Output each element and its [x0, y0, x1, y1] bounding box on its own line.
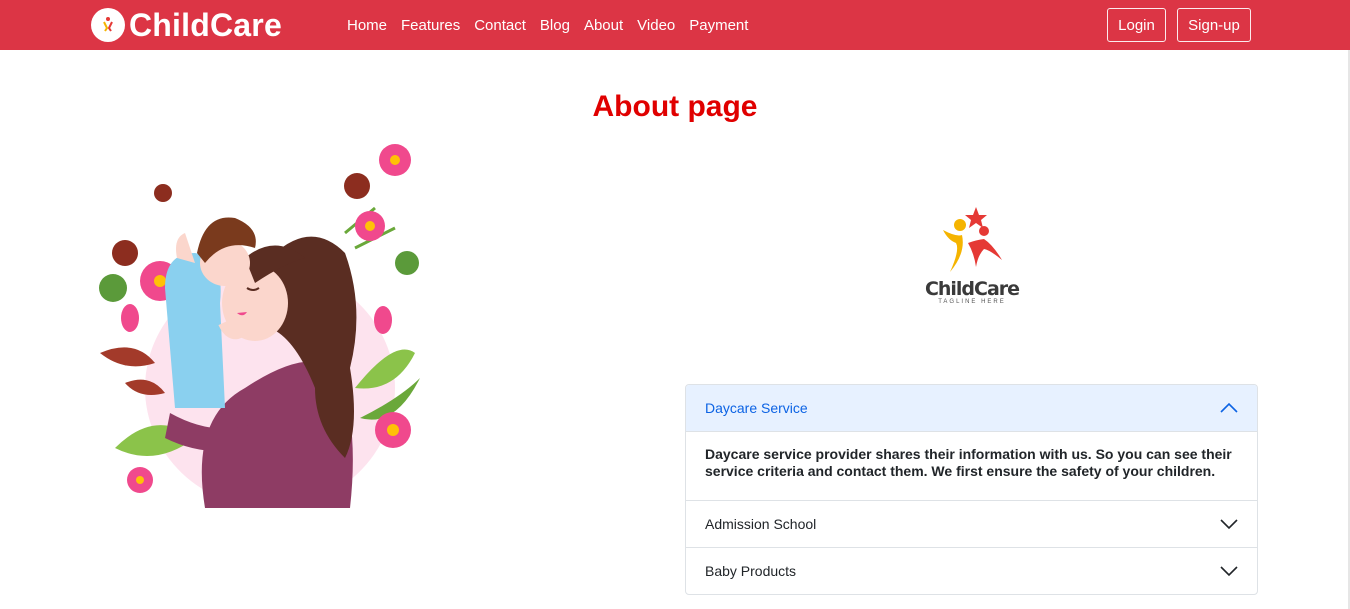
chevron-down-icon [1220, 566, 1238, 577]
accordion-item-admission: Admission School [686, 500, 1257, 547]
signup-button[interactable]: Sign-up [1177, 8, 1251, 42]
logo-tagline: TAGLINE HERE [938, 299, 1006, 305]
accordion-header-baby-products[interactable]: Baby Products [686, 547, 1257, 594]
childcare-logo-icon: ChildCare TAGLINE HERE [918, 205, 1026, 310]
nav-link-home[interactable]: Home [340, 17, 394, 34]
brand-link[interactable]: ChildCare [91, 8, 282, 42]
navbar: ChildCare Home Features Contact Blog Abo… [0, 0, 1350, 50]
accordion-label: Baby Products [705, 563, 797, 579]
accordion-label: Daycare Service [705, 400, 808, 416]
login-button[interactable]: Login [1107, 8, 1166, 42]
accordion-body-daycare: Daycare service provider shares their in… [705, 446, 1232, 479]
nav-link-blog[interactable]: Blog [533, 17, 577, 34]
nav-link-contact[interactable]: Contact [467, 17, 533, 34]
accordion-header-admission[interactable]: Admission School [686, 500, 1257, 547]
accordion-item-baby-products: Baby Products [686, 547, 1257, 594]
nav-link-features[interactable]: Features [394, 17, 467, 34]
brand-logo-icon [91, 8, 125, 42]
logo-wordmark: ChildCare [924, 278, 1020, 300]
chevron-up-icon [1220, 402, 1238, 413]
page-title: About page [592, 90, 758, 123]
accordion-item-daycare: Daycare Service Daycare service provider… [686, 385, 1257, 500]
brand-name: ChildCare [129, 7, 282, 43]
nav-link-about[interactable]: About [577, 17, 630, 34]
nav-link-video[interactable]: Video [630, 17, 682, 34]
services-accordion: Daycare Service Daycare service provider… [685, 384, 1258, 595]
accordion-header-daycare[interactable]: Daycare Service [686, 385, 1257, 432]
nav-links: Home Features Contact Blog About Video P… [340, 0, 755, 50]
chevron-down-icon [1220, 519, 1238, 530]
mother-baby-illustration [95, 138, 425, 508]
accordion-label: Admission School [705, 516, 817, 532]
nav-link-payment[interactable]: Payment [682, 17, 755, 34]
